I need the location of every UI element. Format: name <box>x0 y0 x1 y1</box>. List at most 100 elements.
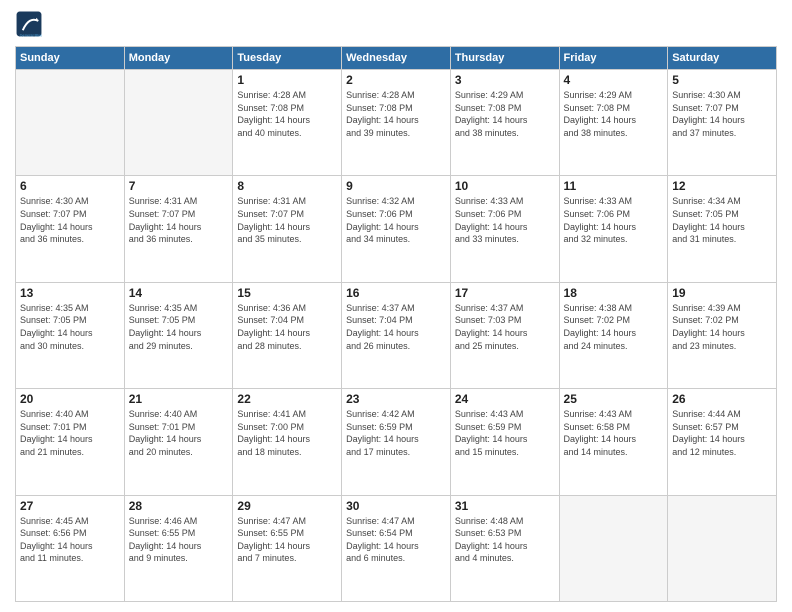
day-info: Sunrise: 4:31 AM Sunset: 7:07 PM Dayligh… <box>237 195 337 245</box>
weekday-header-sunday: Sunday <box>16 47 125 70</box>
calendar-cell: 16Sunrise: 4:37 AM Sunset: 7:04 PM Dayli… <box>342 282 451 388</box>
day-number: 11 <box>564 179 664 193</box>
calendar-cell: 1 Sunrise: 4:28 AM Sunset: 7:08 PM Daylig… <box>233 70 342 176</box>
day-number: 7 <box>129 179 229 193</box>
logo: General Blue <box>15 10 47 38</box>
calendar-cell: 25 Sunrise: 4:43 AM Sunset: 6:58 PM Dayli… <box>559 389 668 495</box>
calendar-body: 1 Sunrise: 4:28 AM Sunset: 7:08 PM Daylig… <box>16 70 777 602</box>
calendar-cell: 8Sunrise: 4:31 AM Sunset: 7:07 PM Daylig… <box>233 176 342 282</box>
day-number: 18 <box>564 286 664 300</box>
calendar-cell: 27 Sunrise: 4:45 AM Sunset: 6:56 PM Dayli… <box>16 495 125 601</box>
calendar-cell: 14Sunrise: 4:35 AM Sunset: 7:05 PM Dayli… <box>124 282 233 388</box>
day-info: Sunrise: 4:40 AM Sunset: 7:01 PM Dayligh… <box>20 408 120 458</box>
calendar-cell: 7Sunrise: 4:31 AM Sunset: 7:07 PM Daylig… <box>124 176 233 282</box>
day-info: Sunrise: 4:29 AM Sunset: 7:08 PM Dayligh… <box>455 89 555 139</box>
week-row-2: 6 Sunrise: 4:30 AM Sunset: 7:07 PM Daylig… <box>16 176 777 282</box>
day-number: 29 <box>237 499 337 513</box>
weekday-header-saturday: Saturday <box>668 47 777 70</box>
calendar-header: SundayMondayTuesdayWednesdayThursdayFrid… <box>16 47 777 70</box>
day-number: 9 <box>346 179 446 193</box>
calendar-cell: 2 Sunrise: 4:28 AM Sunset: 7:08 PM Daylig… <box>342 70 451 176</box>
calendar-cell: 21 Sunrise: 4:40 AM Sunset: 7:01 PM Dayli… <box>124 389 233 495</box>
day-info: Sunrise: 4:47 AM Sunset: 6:54 PM Dayligh… <box>346 515 446 565</box>
day-number: 30 <box>346 499 446 513</box>
week-row-3: 13Sunrise: 4:35 AM Sunset: 7:05 PM Dayli… <box>16 282 777 388</box>
day-number: 24 <box>455 392 555 406</box>
calendar-cell: 18 Sunrise: 4:38 AM Sunset: 7:02 PM Dayli… <box>559 282 668 388</box>
logo-icon: General Blue <box>15 10 43 38</box>
day-info: Sunrise: 4:38 AM Sunset: 7:02 PM Dayligh… <box>564 302 664 352</box>
day-info: Sunrise: 4:30 AM Sunset: 7:07 PM Dayligh… <box>672 89 772 139</box>
day-number: 5 <box>672 73 772 87</box>
day-number: 6 <box>20 179 120 193</box>
calendar-cell: 10 Sunrise: 4:33 AM Sunset: 7:06 PM Dayli… <box>450 176 559 282</box>
day-info: Sunrise: 4:42 AM Sunset: 6:59 PM Dayligh… <box>346 408 446 458</box>
calendar-cell: 15 Sunrise: 4:36 AM Sunset: 7:04 PM Dayli… <box>233 282 342 388</box>
day-info: Sunrise: 4:34 AM Sunset: 7:05 PM Dayligh… <box>672 195 772 245</box>
day-info: Sunrise: 4:28 AM Sunset: 7:08 PM Dayligh… <box>237 89 337 139</box>
day-number: 17 <box>455 286 555 300</box>
calendar-cell: 13Sunrise: 4:35 AM Sunset: 7:05 PM Dayli… <box>16 282 125 388</box>
day-number: 4 <box>564 73 664 87</box>
day-number: 28 <box>129 499 229 513</box>
calendar-cell: 9 Sunrise: 4:32 AM Sunset: 7:06 PM Daylig… <box>342 176 451 282</box>
calendar-cell: 28 Sunrise: 4:46 AM Sunset: 6:55 PM Dayli… <box>124 495 233 601</box>
calendar-cell <box>16 70 125 176</box>
calendar-cell: 3 Sunrise: 4:29 AM Sunset: 7:08 PM Daylig… <box>450 70 559 176</box>
calendar-cell: 24 Sunrise: 4:43 AM Sunset: 6:59 PM Dayli… <box>450 389 559 495</box>
day-info: Sunrise: 4:44 AM Sunset: 6:57 PM Dayligh… <box>672 408 772 458</box>
calendar-cell: 12 Sunrise: 4:34 AM Sunset: 7:05 PM Dayli… <box>668 176 777 282</box>
calendar-cell: 5 Sunrise: 4:30 AM Sunset: 7:07 PM Daylig… <box>668 70 777 176</box>
day-info: Sunrise: 4:36 AM Sunset: 7:04 PM Dayligh… <box>237 302 337 352</box>
calendar-table: SundayMondayTuesdayWednesdayThursdayFrid… <box>15 46 777 602</box>
week-row-4: 20 Sunrise: 4:40 AM Sunset: 7:01 PM Dayli… <box>16 389 777 495</box>
day-info: Sunrise: 4:33 AM Sunset: 7:06 PM Dayligh… <box>455 195 555 245</box>
day-info: Sunrise: 4:41 AM Sunset: 7:00 PM Dayligh… <box>237 408 337 458</box>
day-info: Sunrise: 4:32 AM Sunset: 7:06 PM Dayligh… <box>346 195 446 245</box>
calendar-cell: 31Sunrise: 4:48 AM Sunset: 6:53 PM Dayli… <box>450 495 559 601</box>
weekday-header-wednesday: Wednesday <box>342 47 451 70</box>
day-number: 21 <box>129 392 229 406</box>
svg-text:General Blue: General Blue <box>20 32 43 37</box>
day-info: Sunrise: 4:37 AM Sunset: 7:04 PM Dayligh… <box>346 302 446 352</box>
day-info: Sunrise: 4:39 AM Sunset: 7:02 PM Dayligh… <box>672 302 772 352</box>
calendar-cell <box>668 495 777 601</box>
weekday-header-row: SundayMondayTuesdayWednesdayThursdayFrid… <box>16 47 777 70</box>
calendar-cell: 29Sunrise: 4:47 AM Sunset: 6:55 PM Dayli… <box>233 495 342 601</box>
day-number: 19 <box>672 286 772 300</box>
calendar-cell: 22Sunrise: 4:41 AM Sunset: 7:00 PM Dayli… <box>233 389 342 495</box>
day-number: 25 <box>564 392 664 406</box>
calendar-cell: 23Sunrise: 4:42 AM Sunset: 6:59 PM Dayli… <box>342 389 451 495</box>
day-number: 10 <box>455 179 555 193</box>
day-info: Sunrise: 4:29 AM Sunset: 7:08 PM Dayligh… <box>564 89 664 139</box>
day-info: Sunrise: 4:43 AM Sunset: 6:58 PM Dayligh… <box>564 408 664 458</box>
weekday-header-monday: Monday <box>124 47 233 70</box>
calendar-page: General Blue SundayMondayTuesdayWednesda… <box>0 0 792 612</box>
day-number: 13 <box>20 286 120 300</box>
day-number: 15 <box>237 286 337 300</box>
day-number: 20 <box>20 392 120 406</box>
day-info: Sunrise: 4:43 AM Sunset: 6:59 PM Dayligh… <box>455 408 555 458</box>
day-number: 26 <box>672 392 772 406</box>
day-number: 12 <box>672 179 772 193</box>
header: General Blue <box>15 10 777 38</box>
day-info: Sunrise: 4:30 AM Sunset: 7:07 PM Dayligh… <box>20 195 120 245</box>
weekday-header-friday: Friday <box>559 47 668 70</box>
calendar-cell: 17 Sunrise: 4:37 AM Sunset: 7:03 PM Dayli… <box>450 282 559 388</box>
day-info: Sunrise: 4:48 AM Sunset: 6:53 PM Dayligh… <box>455 515 555 565</box>
day-info: Sunrise: 4:28 AM Sunset: 7:08 PM Dayligh… <box>346 89 446 139</box>
calendar-cell: 11Sunrise: 4:33 AM Sunset: 7:06 PM Dayli… <box>559 176 668 282</box>
day-number: 27 <box>20 499 120 513</box>
day-info: Sunrise: 4:46 AM Sunset: 6:55 PM Dayligh… <box>129 515 229 565</box>
day-info: Sunrise: 4:37 AM Sunset: 7:03 PM Dayligh… <box>455 302 555 352</box>
calendar-cell: 6 Sunrise: 4:30 AM Sunset: 7:07 PM Daylig… <box>16 176 125 282</box>
calendar-cell <box>559 495 668 601</box>
day-number: 2 <box>346 73 446 87</box>
day-info: Sunrise: 4:40 AM Sunset: 7:01 PM Dayligh… <box>129 408 229 458</box>
calendar-cell: 4 Sunrise: 4:29 AM Sunset: 7:08 PM Daylig… <box>559 70 668 176</box>
day-info: Sunrise: 4:45 AM Sunset: 6:56 PM Dayligh… <box>20 515 120 565</box>
calendar-cell: 30 Sunrise: 4:47 AM Sunset: 6:54 PM Dayli… <box>342 495 451 601</box>
day-number: 1 <box>237 73 337 87</box>
day-number: 3 <box>455 73 555 87</box>
week-row-1: 1 Sunrise: 4:28 AM Sunset: 7:08 PM Daylig… <box>16 70 777 176</box>
